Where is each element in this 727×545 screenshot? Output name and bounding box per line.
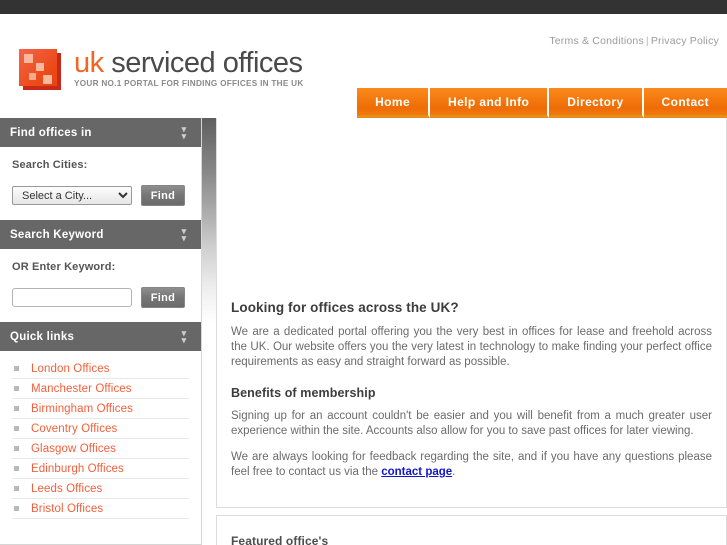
quick-link-london[interactable]: London Offices [31, 363, 110, 375]
page-root: Terms & Conditions | Privacy Policy uk ser… [0, 14, 727, 545]
intro-paragraph: We are a dedicated portal offering you t… [231, 326, 712, 368]
panel-search-keyword: Search Keyword ▾ ▾ OR Enter Keyword: Find [0, 220, 201, 322]
panel-title-find-offices-in: Find offices in [10, 126, 92, 139]
bullet-square-icon [14, 506, 19, 511]
panel-header-find-offices-in[interactable]: Find offices in ▾ ▾ [0, 118, 201, 147]
logo-squares-icon [17, 47, 64, 91]
nav-item-directory[interactable]: Directory [549, 88, 644, 118]
featured-offices-heading: Featured office's [231, 534, 329, 545]
list-item[interactable]: Glasgow Offices [12, 439, 189, 459]
list-item[interactable]: Bristol Offices [12, 499, 189, 519]
enter-keyword-label: OR Enter Keyword: [12, 261, 116, 273]
panel-body-search-keyword: OR Enter Keyword: Find [0, 249, 201, 322]
utility-separator: | [645, 35, 649, 47]
contact-page-link[interactable]: contact page [381, 466, 452, 478]
logo-text: uk serviced offices YOUR NO.1 PORTAL FOR… [74, 47, 304, 88]
panel-header-search-keyword[interactable]: Search Keyword ▾ ▾ [0, 220, 201, 249]
intro-card: Looking for offices across the UK? We ar… [216, 118, 727, 508]
list-item[interactable]: Manchester Offices [12, 379, 189, 399]
quick-link-glasgow[interactable]: Glasgow Offices [31, 443, 116, 455]
terms-and-conditions-link[interactable]: Terms & Conditions [549, 35, 644, 47]
list-item[interactable]: Edinburgh Offices [12, 459, 189, 479]
panel-title-search-keyword: Search Keyword [10, 228, 104, 241]
benefits-paragraph: Signing up for an account couldn't be ea… [231, 410, 712, 437]
panel-body-find-offices-in: Search Cities: Select a City... Find [0, 147, 201, 220]
city-select[interactable]: Select a City... [12, 186, 132, 205]
logo-wordmark: uk serviced offices [74, 48, 304, 78]
quick-link-coventry[interactable]: Coventry Offices [31, 423, 117, 435]
bullet-square-icon [14, 406, 19, 411]
body-area: Find offices in ▾ ▾ Search Cities: Select… [0, 118, 727, 545]
chevron-double-down-icon[interactable]: ▾ ▾ [177, 124, 191, 140]
feedback-text-prefix: We are always looking for feedback regar… [231, 451, 712, 478]
search-cities-label: Search Cities: [12, 159, 88, 171]
quick-link-manchester[interactable]: Manchester Offices [31, 383, 132, 395]
panel-header-quick-links[interactable]: Quick links ▾ ▾ [0, 322, 201, 351]
chevron-double-down-icon[interactable]: ▾ ▾ [177, 226, 191, 242]
left-sidebar: Find offices in ▾ ▾ Search Cities: Select… [0, 118, 202, 545]
quick-link-bristol[interactable]: Bristol Offices [31, 503, 103, 515]
bullet-square-icon [14, 366, 19, 371]
list-item[interactable]: Birmingham Offices [12, 399, 189, 419]
main-content-column: Looking for offices across the UK? We ar… [216, 118, 727, 545]
logo-word-rest: serviced offices [103, 47, 303, 79]
page-title: Looking for offices across the UK? [231, 300, 459, 315]
quick-link-edinburgh[interactable]: Edinburgh Offices [31, 463, 124, 475]
hero-banner-placeholder [231, 118, 712, 300]
bullet-square-icon [14, 446, 19, 451]
logo-word-uk: uk [74, 47, 104, 79]
bullet-square-icon [14, 466, 19, 471]
quick-link-leeds[interactable]: Leeds Offices [31, 483, 102, 495]
quick-links-list: London Offices Manchester Offices Birmin… [0, 351, 201, 519]
list-item[interactable]: London Offices [12, 359, 189, 379]
site-header: Terms & Conditions | Privacy Policy uk ser… [0, 14, 727, 118]
site-logo[interactable]: uk serviced offices YOUR NO.1 PORTAL FOR… [17, 47, 304, 91]
featured-offices-card: Featured office's [216, 515, 727, 545]
keyword-input[interactable] [12, 288, 132, 307]
feedback-paragraph: We are always looking for feedback regar… [231, 450, 712, 480]
main-navigation: Home Help and Info Directory Contact [357, 88, 727, 118]
keyword-find-button[interactable]: Find [141, 287, 185, 308]
logo-tagline: YOUR NO.1 PORTAL FOR FINDING OFFICES IN … [74, 79, 304, 88]
feedback-text-suffix: . [452, 466, 456, 478]
nav-item-help-and-info[interactable]: Help and Info [430, 88, 550, 118]
chevron-double-down-icon[interactable]: ▾ ▾ [177, 328, 191, 344]
utility-links: Terms & Conditions | Privacy Policy [549, 35, 719, 47]
privacy-policy-link[interactable]: Privacy Policy [651, 35, 719, 47]
nav-item-home[interactable]: Home [357, 88, 431, 118]
list-item[interactable]: Coventry Offices [12, 419, 189, 439]
browser-top-bar [0, 0, 727, 14]
panel-title-quick-links: Quick links [10, 330, 75, 343]
panel-quick-links: Quick links ▾ ▾ London Offices Manchester… [0, 322, 201, 519]
bullet-square-icon [14, 386, 19, 391]
list-item[interactable]: Leeds Offices [12, 479, 189, 499]
panel-find-offices-in: Find offices in ▾ ▾ Search Cities: Select… [0, 118, 201, 220]
bullet-square-icon [14, 426, 19, 431]
city-find-button[interactable]: Find [141, 185, 185, 206]
benefits-heading: Benefits of membership [231, 386, 376, 400]
quick-link-birmingham[interactable]: Birmingham Offices [31, 403, 133, 415]
bullet-square-icon [14, 486, 19, 491]
nav-item-contact[interactable]: Contact [643, 88, 727, 118]
